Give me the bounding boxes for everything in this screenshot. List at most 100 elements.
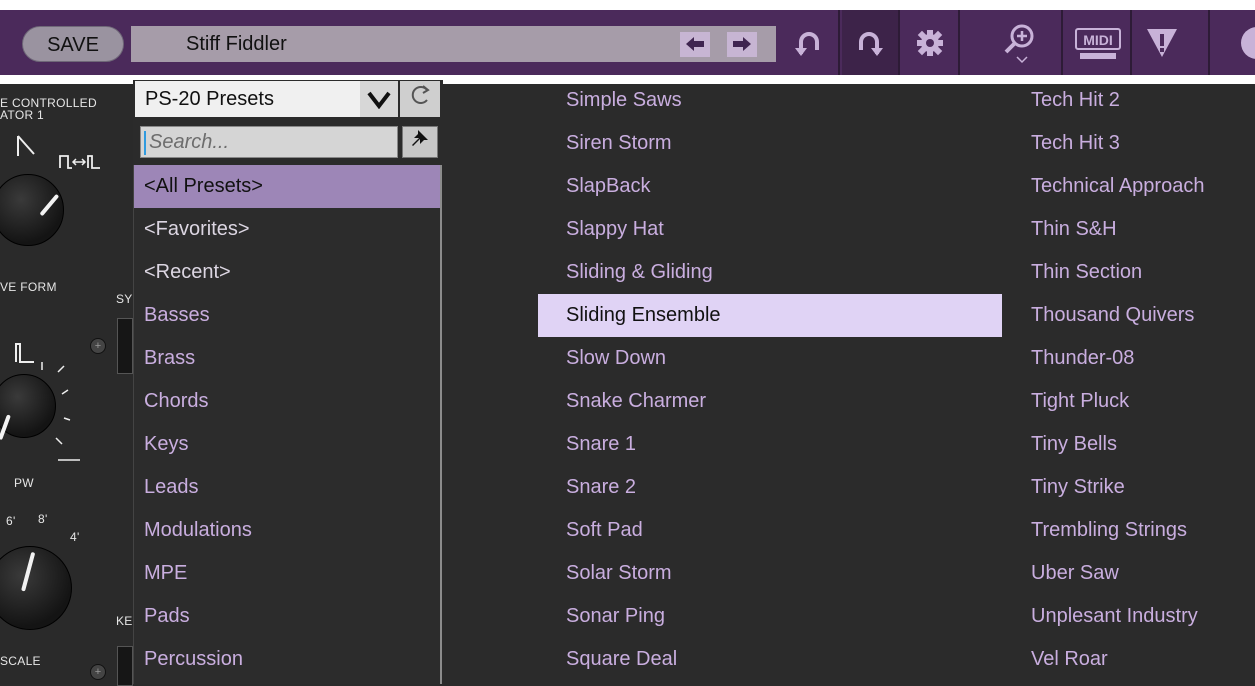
category-item[interactable]: <All Presets> bbox=[134, 165, 440, 208]
preset-item[interactable]: Sliding & Gliding bbox=[566, 251, 1002, 294]
preset-column-1: Simple Saws Siren Storm SlapBack Slappy Hat… bbox=[538, 79, 1002, 681]
toolbar-divider bbox=[1130, 10, 1132, 75]
preset-item[interactable]: Slow Down bbox=[566, 337, 1002, 380]
sync-label: SY bbox=[116, 292, 133, 306]
preset-item[interactable]: Snare 1 bbox=[566, 423, 1002, 466]
pw-label: PW bbox=[14, 476, 34, 490]
preset-item[interactable]: Snake Charmer bbox=[566, 380, 1002, 423]
warning-icon bbox=[1147, 28, 1177, 57]
octave-label-16: 6' bbox=[6, 514, 16, 528]
preset-item[interactable]: Technical Approach bbox=[1031, 165, 1255, 208]
toolbar-divider bbox=[1061, 10, 1063, 75]
knob-indicator bbox=[0, 414, 11, 441]
midi-button[interactable]: MIDI bbox=[1070, 10, 1126, 75]
preset-item[interactable]: Siren Storm bbox=[566, 122, 1002, 165]
octave-label-4: 4' bbox=[70, 530, 80, 544]
preset-column-2: Tech Hit 2 Tech Hit 3 Technical Approach Th… bbox=[1031, 79, 1255, 681]
category-item[interactable]: Brass bbox=[134, 337, 440, 380]
category-list: <All Presets> <Favorites> <Recent> Basses Br… bbox=[133, 165, 442, 684]
category-item[interactable]: MPE bbox=[134, 552, 440, 595]
preset-item[interactable]: Snare 2 bbox=[566, 466, 1002, 509]
prev-preset-button[interactable] bbox=[680, 32, 710, 57]
preset-item[interactable]: Trembling Strings bbox=[1031, 509, 1255, 552]
category-item[interactable]: Keys bbox=[134, 423, 440, 466]
toolbar-divider bbox=[958, 10, 960, 75]
category-item[interactable]: Leads bbox=[134, 466, 440, 509]
category-item[interactable]: Basses bbox=[134, 294, 440, 337]
octave-label-8: 8' bbox=[38, 512, 48, 526]
preset-item[interactable]: Sliding Ensemble bbox=[538, 294, 1002, 337]
knob-indicator bbox=[21, 551, 36, 592]
sync-switch[interactable] bbox=[117, 318, 133, 374]
preset-item[interactable]: Tech Hit 2 bbox=[1031, 79, 1255, 122]
preset-item[interactable]: Simple Saws bbox=[566, 79, 1002, 122]
text-cursor bbox=[144, 131, 146, 155]
category-item[interactable]: <Favorites> bbox=[134, 208, 440, 251]
category-item[interactable]: Percussion bbox=[134, 638, 440, 681]
power-button[interactable] bbox=[1222, 10, 1255, 75]
pin-icon bbox=[412, 130, 428, 146]
category-item[interactable]: Chords bbox=[134, 380, 440, 423]
preset-item[interactable]: Tiny Bells bbox=[1031, 423, 1255, 466]
oscillator-number: ATOR 1 bbox=[0, 108, 45, 122]
toolbar-divider bbox=[1208, 10, 1210, 75]
save-button[interactable]: SAVE bbox=[22, 26, 124, 62]
preset-item[interactable]: Thin Section bbox=[1031, 251, 1255, 294]
preset-item[interactable]: Sonar Ping bbox=[566, 595, 1002, 638]
next-preset-button[interactable] bbox=[727, 32, 757, 57]
preset-item[interactable]: Square Deal bbox=[566, 638, 1002, 681]
toolbar-divider bbox=[838, 10, 840, 75]
knob-indicator bbox=[39, 193, 60, 217]
warning-button[interactable] bbox=[1134, 10, 1190, 75]
category-dropdown-button[interactable] bbox=[360, 81, 398, 117]
pw-scale-ticks bbox=[41, 362, 80, 461]
screw-icon: + bbox=[90, 664, 106, 680]
preset-item[interactable]: Tech Hit 3 bbox=[1031, 122, 1255, 165]
preset-item[interactable]: Slappy Hat bbox=[566, 208, 1002, 251]
preset-item[interactable]: Vel Roar bbox=[1031, 638, 1255, 681]
preset-item[interactable]: Solar Storm bbox=[566, 552, 1002, 595]
category-select[interactable]: PS-20 Presets bbox=[135, 81, 397, 117]
pulse-width-icon bbox=[15, 343, 34, 363]
screw-icon: + bbox=[90, 338, 106, 354]
refresh-icon bbox=[411, 85, 430, 104]
redo-icon bbox=[859, 31, 883, 56]
undo-button[interactable] bbox=[780, 10, 836, 75]
preset-item[interactable]: Soft Pad bbox=[566, 509, 1002, 552]
arrow-right-icon bbox=[733, 37, 751, 51]
waveform-knob[interactable] bbox=[0, 174, 64, 246]
preset-item[interactable]: Thunder-08 bbox=[1031, 337, 1255, 380]
svg-text:MIDI: MIDI bbox=[1083, 32, 1113, 48]
preset-item[interactable]: Thousand Quivers bbox=[1031, 294, 1255, 337]
zoom-icon bbox=[1004, 24, 1034, 63]
power-icon bbox=[1241, 26, 1255, 59]
arrow-left-icon bbox=[686, 37, 704, 51]
octave-knob[interactable] bbox=[0, 546, 72, 630]
preset-item[interactable]: Unplesant Industry bbox=[1031, 595, 1255, 638]
settings-button[interactable] bbox=[902, 10, 958, 75]
category-item[interactable]: Modulations bbox=[134, 509, 440, 552]
preset-name-label: Stiff Fiddler bbox=[186, 33, 287, 55]
undo-icon bbox=[795, 31, 819, 56]
settings-gear-icon bbox=[917, 29, 943, 56]
chevron-down-icon bbox=[367, 91, 391, 110]
midi-icon: MIDI bbox=[1075, 27, 1121, 59]
pin-button[interactable] bbox=[402, 126, 438, 158]
key-switch[interactable] bbox=[117, 646, 133, 686]
waveform-label: VE FORM bbox=[0, 280, 57, 294]
preset-item[interactable]: Uber Saw bbox=[1031, 552, 1255, 595]
preset-item[interactable]: Tight Pluck bbox=[1031, 380, 1255, 423]
key-label: KE bbox=[116, 614, 133, 628]
preset-item[interactable]: SlapBack bbox=[566, 165, 1002, 208]
zoom-button[interactable] bbox=[992, 10, 1048, 75]
redo-button[interactable] bbox=[842, 10, 898, 75]
pulse-wave-icon bbox=[59, 155, 100, 169]
preset-search-input[interactable] bbox=[140, 126, 398, 158]
category-item[interactable]: Pads bbox=[134, 595, 440, 638]
preset-item[interactable]: Thin S&H bbox=[1031, 208, 1255, 251]
refresh-button[interactable] bbox=[400, 81, 440, 117]
oscillator-panel: E CONTROLLED ATOR 1 VE FORM SY + PW 6' 8… bbox=[0, 84, 133, 686]
sawtooth-wave-icon bbox=[17, 135, 35, 156]
preset-item[interactable]: Tiny Strike bbox=[1031, 466, 1255, 509]
category-item[interactable]: <Recent> bbox=[134, 251, 440, 294]
